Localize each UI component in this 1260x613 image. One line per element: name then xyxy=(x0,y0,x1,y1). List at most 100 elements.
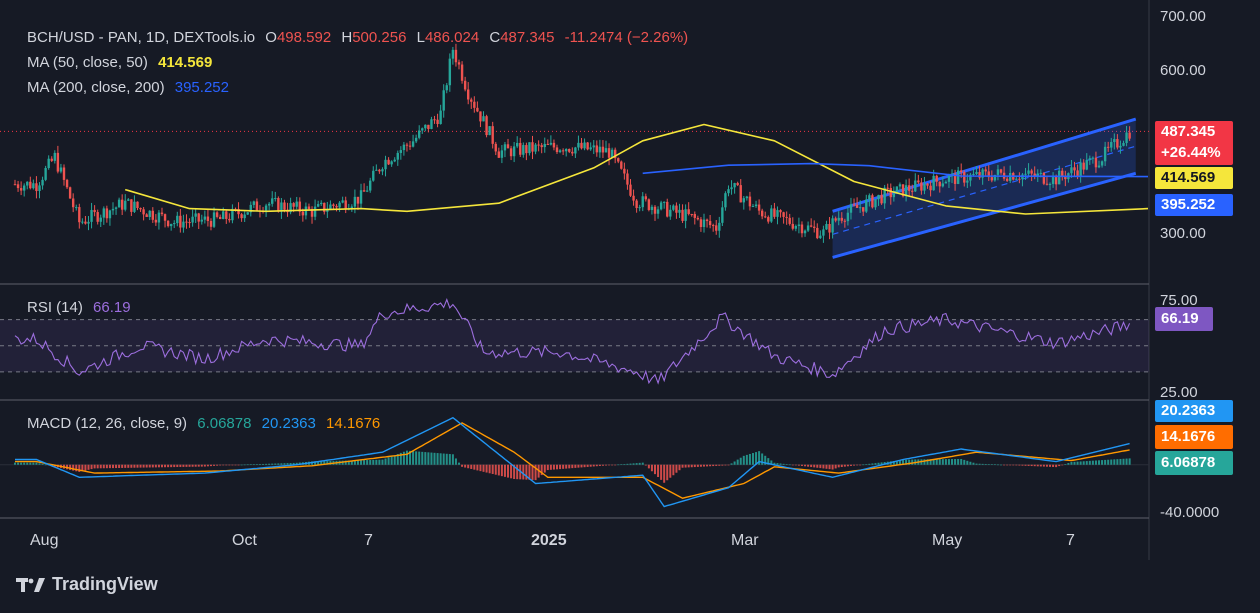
candle-body xyxy=(38,185,41,192)
candle-body xyxy=(1030,170,1033,174)
candle-body xyxy=(699,219,703,228)
candle-body xyxy=(359,190,363,204)
candle-body xyxy=(537,144,540,146)
candle-body xyxy=(721,207,724,223)
symbol-title[interactable]: BCH/USD - PAN, 1D, DEXTools.io xyxy=(27,29,255,46)
macd-histogram-bar xyxy=(1030,464,1033,467)
candle-body xyxy=(200,219,203,222)
macd-histogram-bar xyxy=(20,462,23,465)
rsi-legend[interactable]: RSI (14) 66.19 xyxy=(27,299,137,316)
candle-body xyxy=(635,200,638,209)
macd-histogram-bar xyxy=(1055,464,1058,468)
candle-body xyxy=(81,221,84,223)
candle-body xyxy=(880,194,883,204)
candle-body xyxy=(148,210,151,217)
candle-body xyxy=(53,152,57,161)
macd-histogram-bar xyxy=(724,464,727,466)
macd-histogram-bar xyxy=(271,463,274,465)
candle-body xyxy=(843,220,847,222)
macd-histogram-bar xyxy=(944,459,947,465)
macd-histogram-bar xyxy=(283,463,286,465)
candle-body xyxy=(1085,160,1088,170)
macd-histogram-bar xyxy=(209,464,212,467)
candle-body xyxy=(332,204,335,206)
candle-body xyxy=(788,217,791,224)
macd-histogram-bar xyxy=(562,464,565,469)
macd-histogram-bar xyxy=(559,464,562,470)
price-tick-600: 600.00 xyxy=(1160,62,1206,79)
candle-body xyxy=(29,181,32,189)
candle-body xyxy=(604,148,608,153)
candle-body xyxy=(760,210,764,217)
macd-histogram-bar xyxy=(1052,464,1055,467)
macd-histogram-bar xyxy=(1012,464,1015,466)
macd-histogram-bar xyxy=(476,464,479,471)
macd-histogram-bar xyxy=(87,464,90,470)
candle-body xyxy=(773,208,776,217)
rsi-tick-25: 25.00 xyxy=(1160,384,1198,401)
candle-body xyxy=(283,202,286,210)
candle-body xyxy=(71,198,75,208)
candle-body xyxy=(362,190,366,192)
candle-body xyxy=(984,169,987,172)
candle-body xyxy=(393,159,396,162)
macd-histogram-bar xyxy=(1000,464,1003,466)
candle-body xyxy=(809,225,813,227)
candle-body xyxy=(295,201,298,207)
candle-body xyxy=(130,199,133,212)
macd-histogram-bar xyxy=(721,464,724,466)
candle-body xyxy=(102,208,106,218)
macd-histogram-bar xyxy=(819,464,822,469)
macd-histogram-bar xyxy=(1021,464,1024,466)
macd-histogram-bar xyxy=(473,464,476,470)
macd-histogram-bar xyxy=(663,464,666,483)
macd-histogram-bar xyxy=(118,464,121,468)
candle-body xyxy=(451,49,455,59)
candle-body xyxy=(222,211,225,220)
candle-body xyxy=(1076,170,1079,176)
macd-histogram-bar xyxy=(911,459,914,465)
candle-body xyxy=(13,184,17,186)
macd-histogram-bar xyxy=(130,464,133,468)
candle-body xyxy=(151,210,154,220)
macd-histogram-bar xyxy=(488,464,491,474)
macd-histogram-bar xyxy=(1015,464,1018,466)
macd-histogram-bar xyxy=(148,464,151,468)
candle-body xyxy=(353,196,357,207)
macd-histogram-bar xyxy=(387,457,390,465)
candle-body xyxy=(1091,157,1095,159)
candle-body xyxy=(837,217,840,221)
macd-histogram-bar xyxy=(433,452,436,465)
ma50-legend[interactable]: MA (50, close, 50) 414.569 xyxy=(27,54,218,71)
macd-histogram-bar xyxy=(197,464,200,467)
candle-body xyxy=(944,181,948,184)
candle-body xyxy=(515,142,519,147)
candle-body xyxy=(813,226,816,228)
macd-histogram-bar xyxy=(657,464,660,477)
candle-body xyxy=(485,116,488,136)
candle-body xyxy=(22,185,26,191)
macd-histogram-bar xyxy=(157,464,160,468)
macd-histogram-bar xyxy=(41,463,44,465)
macd-histogram-bar xyxy=(510,464,513,479)
macd-histogram-bar xyxy=(990,464,993,465)
candle-body xyxy=(555,147,559,153)
tradingview-logo[interactable]: TradingView xyxy=(16,574,158,595)
candle-body xyxy=(494,143,497,152)
candle-body xyxy=(770,208,773,222)
macd-histogram-bar xyxy=(507,464,510,478)
macd-legend[interactable]: MACD (12, 26, close, 9) 6.06878 20.2363 … xyxy=(27,415,386,432)
x-tick-aug: Aug xyxy=(30,532,59,549)
candle-body xyxy=(473,101,476,108)
macd-histogram-bar xyxy=(1064,464,1067,465)
candle-body xyxy=(846,212,850,222)
candle-body xyxy=(185,221,188,223)
candle-body xyxy=(733,183,736,188)
ma200-legend[interactable]: MA (200, close, 200) 395.252 xyxy=(27,79,235,96)
macd-histogram-bar xyxy=(877,462,880,465)
candle-body xyxy=(163,214,167,221)
macd-histogram-bar xyxy=(635,463,638,465)
macd-histogram-bar xyxy=(709,464,712,467)
macd-histogram-bar xyxy=(543,464,546,473)
macd-histogram-bar xyxy=(552,464,555,470)
